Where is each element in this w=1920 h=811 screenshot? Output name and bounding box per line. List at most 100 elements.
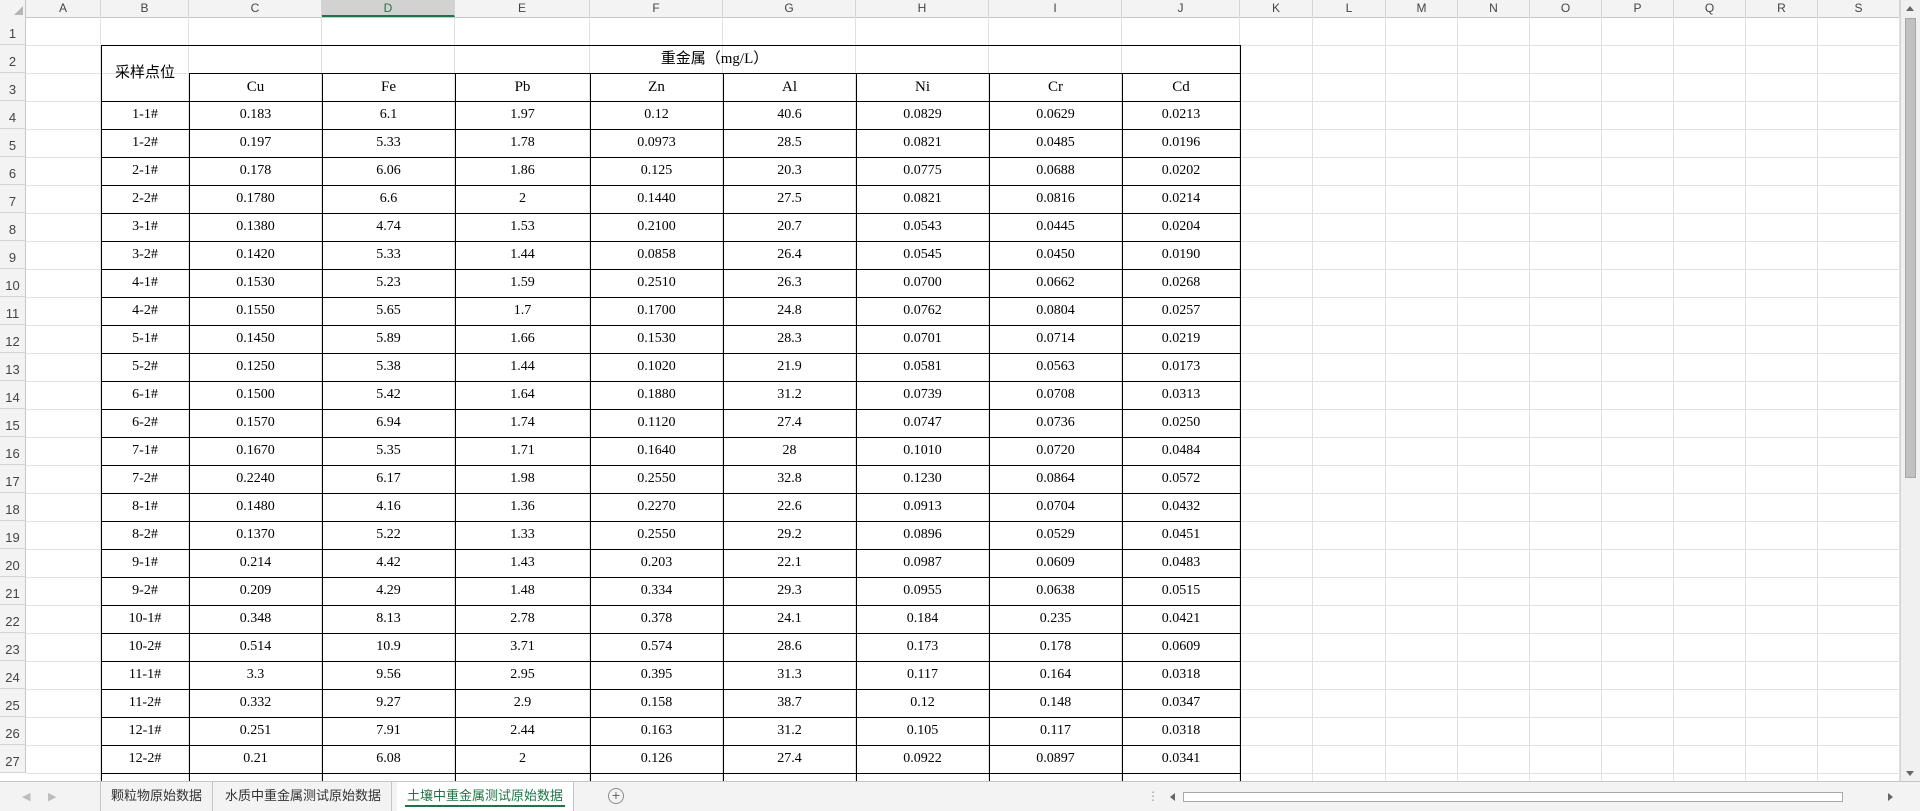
metal-value-cell[interactable]: 0.178 (989, 633, 1122, 661)
column-header-o[interactable]: O (1530, 0, 1602, 17)
scroll-down-arrow-icon[interactable] (1906, 771, 1914, 776)
metal-value-cell[interactable]: 0.1230 (856, 465, 989, 493)
metal-value-cell[interactable]: 0.0196 (1122, 129, 1240, 157)
metal-value-cell[interactable]: 0.235 (989, 605, 1122, 633)
metal-value-cell[interactable]: 0.348 (189, 605, 322, 633)
sample-point-cell[interactable]: 7-1# (101, 437, 189, 465)
metal-value-cell[interactable]: 27.4 (723, 745, 856, 773)
metal-value-cell[interactable]: 0.0485 (989, 129, 1122, 157)
sample-point-header[interactable]: 采样点位 (101, 45, 189, 101)
metal-value-cell[interactable]: 0.0543 (856, 213, 989, 241)
metal-value-cell[interactable]: 28.5 (723, 129, 856, 157)
metal-value-cell[interactable]: 29.3 (723, 577, 856, 605)
metal-value-cell[interactable]: 0.1450 (189, 325, 322, 353)
metal-value-cell[interactable]: 0.117 (856, 661, 989, 689)
metal-value-cell[interactable]: 0.0483 (1122, 549, 1240, 577)
metal-value-cell[interactable]: 6.94 (322, 409, 455, 437)
metal-value-cell[interactable]: 0.0545 (856, 241, 989, 269)
metal-value-cell[interactable]: 0.1500 (189, 381, 322, 409)
metal-value-cell[interactable]: 0.0858 (590, 241, 723, 269)
metal-value-cell[interactable]: 0.0864 (989, 465, 1122, 493)
sample-point-cell[interactable]: 11-2# (101, 689, 189, 717)
column-header-h[interactable]: H (856, 0, 989, 17)
scroll-left-arrow-icon[interactable] (1170, 793, 1175, 801)
metal-value-cell[interactable]: 0.1440 (590, 185, 723, 213)
metal-value-cell[interactable]: 0.0701 (856, 325, 989, 353)
sample-point-cell[interactable]: 6-2# (101, 409, 189, 437)
metal-value-cell[interactable]: 29.2 (723, 521, 856, 549)
metal-value-cell[interactable]: 2.44 (455, 717, 590, 745)
column-header-g[interactable]: G (723, 0, 856, 17)
metal-value-cell[interactable]: 0.2510 (590, 269, 723, 297)
metal-value-cell[interactable]: 0.0202 (1122, 157, 1240, 185)
metal-value-cell[interactable]: 0.2550 (590, 521, 723, 549)
metal-value-cell[interactable]: 0.0662 (989, 269, 1122, 297)
metal-value-cell[interactable]: 0.164 (989, 661, 1122, 689)
metal-header-ni[interactable]: Ni (856, 73, 989, 101)
sheet-tab-soil-metals[interactable]: 土壤中重金属测试原始数据 (397, 782, 575, 811)
tab-split-handle-icon[interactable]: ⋮ (1147, 789, 1159, 803)
metal-value-cell[interactable]: 0.378 (590, 605, 723, 633)
sample-point-cell[interactable]: 5-1# (101, 325, 189, 353)
metal-value-cell[interactable]: 8.13 (322, 605, 455, 633)
row-header[interactable]: 18 (0, 493, 26, 521)
metal-value-cell[interactable]: 0.0318 (1122, 661, 1240, 689)
metal-value-cell[interactable]: 0.0204 (1122, 213, 1240, 241)
metal-value-cell[interactable]: 5.35 (322, 437, 455, 465)
metal-value-cell[interactable]: 0.1120 (590, 409, 723, 437)
metal-value-cell[interactable]: 0.0572 (1122, 465, 1240, 493)
metal-value-cell[interactable]: 0.0896 (856, 521, 989, 549)
metal-value-cell[interactable]: 0.1640 (590, 437, 723, 465)
metal-value-cell[interactable]: 0.1670 (189, 437, 322, 465)
row-header[interactable]: 14 (0, 381, 26, 409)
sample-point-cell[interactable]: 6-1# (101, 381, 189, 409)
metal-value-cell[interactable]: 0.1550 (189, 297, 322, 325)
metal-value-cell[interactable]: 2 (455, 185, 590, 213)
metal-value-cell[interactable]: 0.395 (590, 661, 723, 689)
metal-value-cell[interactable]: 22.6 (723, 493, 856, 521)
metal-value-cell[interactable]: 0.0515 (1122, 577, 1240, 605)
sample-point-cell[interactable]: 8-2# (101, 521, 189, 549)
sample-point-cell[interactable]: 12-2# (101, 745, 189, 773)
sample-point-cell[interactable]: 12-1# (101, 717, 189, 745)
metal-value-cell[interactable]: 0.0421 (1122, 605, 1240, 633)
row-header[interactable]: 24 (0, 661, 26, 689)
column-header-m[interactable]: M (1386, 0, 1458, 17)
metal-value-cell[interactable]: 1.64 (455, 381, 590, 409)
sample-point-cell[interactable]: 3-1# (101, 213, 189, 241)
sample-point-cell[interactable]: 9-1# (101, 549, 189, 577)
metal-value-cell[interactable]: 0.0816 (989, 185, 1122, 213)
metal-value-cell[interactable]: 0.1570 (189, 409, 322, 437)
metal-value-cell[interactable]: 0.0213 (1122, 101, 1240, 129)
metal-value-cell[interactable]: 31.2 (723, 717, 856, 745)
metal-value-cell[interactable]: 20.3 (723, 157, 856, 185)
row-header[interactable]: 11 (0, 297, 26, 325)
metal-header-cd[interactable]: Cd (1122, 73, 1240, 101)
column-header-c[interactable]: C (189, 0, 322, 17)
metal-value-cell[interactable]: 0.1480 (189, 493, 322, 521)
metal-value-cell[interactable]: 0.214 (189, 549, 322, 577)
metal-value-cell[interactable]: 0.0347 (1122, 689, 1240, 717)
metal-value-cell[interactable]: 0.173 (856, 633, 989, 661)
metal-value-cell[interactable]: 0.0609 (1122, 633, 1240, 661)
metal-value-cell[interactable]: 6.06 (322, 157, 455, 185)
metal-value-cell[interactable]: 6.09 (322, 773, 455, 781)
metal-value-cell[interactable]: 0.158 (590, 689, 723, 717)
metal-value-cell[interactable]: 0.2100 (590, 213, 723, 241)
metal-value-cell[interactable]: 1.71 (455, 437, 590, 465)
metal-value-cell[interactable]: 0.0714 (989, 325, 1122, 353)
metal-value-cell[interactable]: 1.44 (455, 241, 590, 269)
metal-header-cr[interactable]: Cr (989, 73, 1122, 101)
column-header-b[interactable]: B (101, 0, 189, 17)
metal-value-cell[interactable]: 0.12 (590, 101, 723, 129)
metal-value-cell[interactable]: 0.2550 (590, 465, 723, 493)
metal-value-cell[interactable]: 0.0829 (856, 101, 989, 129)
metal-value-cell[interactable]: 27.5 (723, 185, 856, 213)
metal-value-cell[interactable]: 0.0985 (856, 773, 989, 781)
row-header[interactable]: 22 (0, 605, 26, 633)
metal-value-cell[interactable]: 0.0922 (856, 745, 989, 773)
metal-value-cell[interactable]: 1.33 (455, 521, 590, 549)
horizontal-scrollbar[interactable] (1168, 790, 1900, 804)
spreadsheet-grid[interactable]: ABCDEFGHIJKLMNOPQRS 1 2 3 4 5 6 7 8 9 10 11 12 13 14 1… (0, 0, 1920, 781)
metal-value-cell[interactable]: 0.0708 (989, 381, 1122, 409)
